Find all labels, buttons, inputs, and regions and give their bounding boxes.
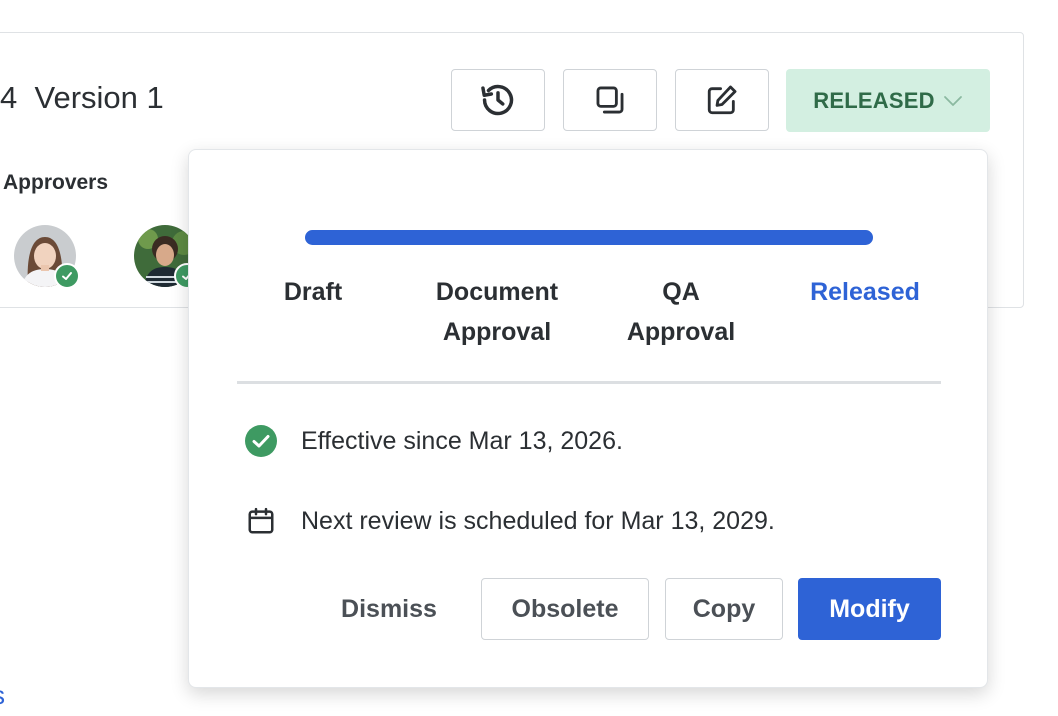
chevron-down-icon bbox=[943, 95, 962, 106]
check-circle-icon bbox=[244, 424, 278, 458]
workflow-progress-bar bbox=[305, 230, 873, 245]
duplicate-icon bbox=[596, 86, 624, 114]
status-dropdown-button[interactable]: RELEASED bbox=[786, 69, 990, 132]
duplicate-button[interactable] bbox=[563, 69, 657, 131]
history-icon bbox=[481, 84, 514, 116]
popover-divider bbox=[237, 381, 941, 384]
effective-text: Effective since Mar 13, 2026. bbox=[301, 426, 623, 455]
step-label: Released bbox=[810, 278, 920, 306]
status-label: RELEASED bbox=[813, 87, 935, 113]
step-label-line2: Approval bbox=[442, 318, 552, 346]
edit-icon bbox=[707, 85, 737, 115]
version-label: Version 1 bbox=[34, 80, 164, 115]
approved-check-icon bbox=[54, 263, 80, 289]
copy-button[interactable]: Copy bbox=[665, 578, 783, 640]
version-title: 4 Version 1 bbox=[0, 80, 164, 116]
step-label-line2: Approval bbox=[626, 318, 736, 346]
step-label: Draft bbox=[283, 278, 343, 306]
modify-button[interactable]: Modify bbox=[798, 578, 941, 640]
step-document-approval: Document Approval bbox=[407, 272, 587, 352]
step-qa-approval: QA Approval bbox=[603, 272, 759, 352]
status-popover: Draft Document Approval QA Approval Rele… bbox=[188, 149, 988, 688]
obsolete-button[interactable]: Obsolete bbox=[481, 578, 649, 640]
approver-avatar-2[interactable] bbox=[134, 225, 200, 289]
step-label: QA bbox=[662, 278, 700, 306]
edit-button[interactable] bbox=[675, 69, 769, 131]
history-button[interactable] bbox=[451, 69, 545, 131]
workflow-progress-fill bbox=[305, 230, 873, 245]
version-number: 4 bbox=[0, 80, 18, 115]
step-label: Document bbox=[435, 278, 559, 306]
approver-avatar-1[interactable] bbox=[14, 225, 80, 289]
step-draft: Draft bbox=[249, 272, 377, 312]
partial-link[interactable]: s bbox=[0, 680, 5, 711]
step-released: Released bbox=[785, 272, 945, 312]
approvers-label: Approvers bbox=[3, 171, 109, 194]
calendar-icon bbox=[244, 504, 278, 538]
effective-info: Effective since Mar 13, 2026. bbox=[244, 424, 623, 458]
dismiss-button[interactable]: Dismiss bbox=[317, 578, 461, 640]
review-info: Next review is scheduled for Mar 13, 202… bbox=[244, 504, 775, 538]
review-text: Next review is scheduled for Mar 13, 202… bbox=[301, 506, 775, 535]
